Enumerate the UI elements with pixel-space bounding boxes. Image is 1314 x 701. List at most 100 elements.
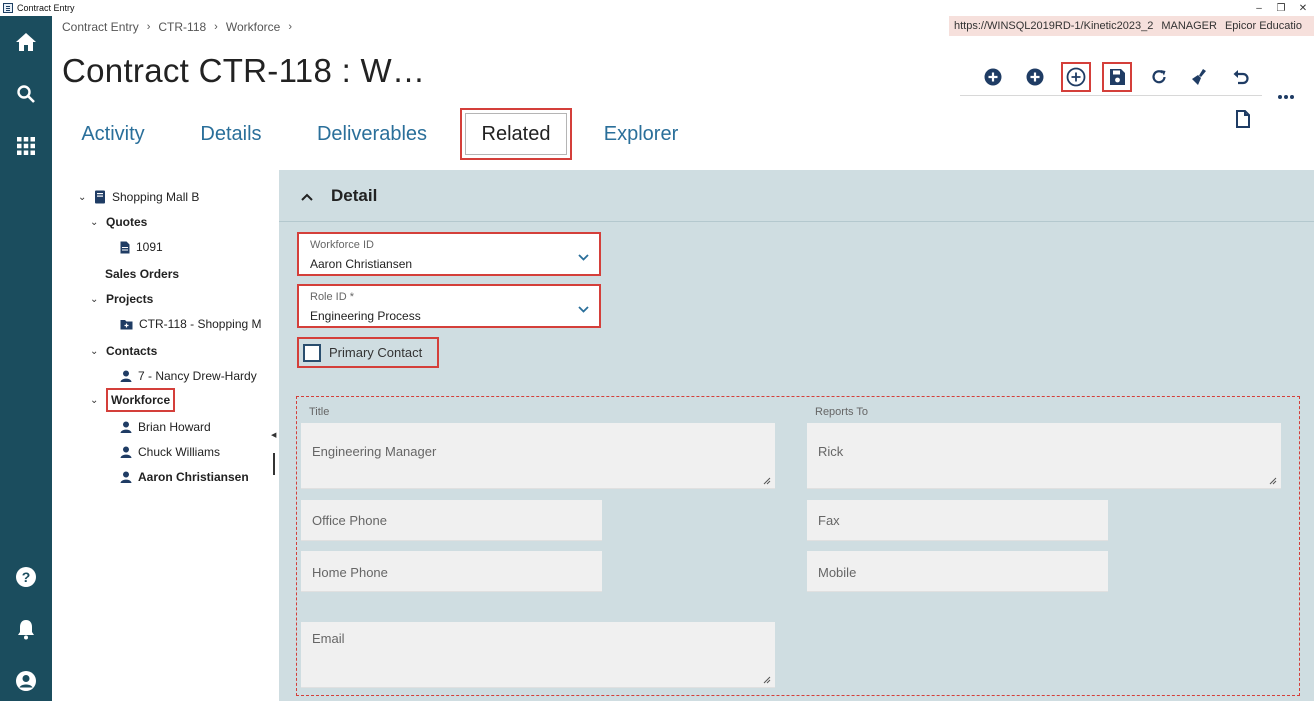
tree-projects-label: Projects	[106, 292, 154, 306]
home-icon[interactable]	[0, 22, 52, 62]
help-icon[interactable]: ?	[0, 557, 52, 597]
email-placeholder: Email	[312, 631, 345, 646]
tab-bar: Activity Details Deliverables Related Ex…	[62, 108, 762, 160]
tree-workforce-item-label: Aaron Christiansen	[138, 470, 249, 484]
search-icon[interactable]	[0, 74, 52, 114]
workforce-id-value: Aaron Christiansen	[310, 257, 413, 271]
tree-node-workforce-item[interactable]: Chuck Williams	[120, 443, 220, 461]
chevron-down-icon[interactable]: ⌄	[78, 192, 88, 203]
home-phone-field[interactable]: Home Phone	[301, 551, 602, 592]
clear-icon[interactable]	[1185, 62, 1215, 92]
office-phone-field[interactable]: Office Phone	[301, 500, 602, 541]
chevron-down-icon[interactable]: ⌄	[90, 346, 100, 357]
svg-text:?: ?	[22, 569, 31, 585]
tree-project-label: CTR-118 - Shopping M	[139, 317, 262, 331]
apps-grid-icon[interactable]	[0, 126, 52, 166]
tree-workforce-item-label: Chuck Williams	[138, 445, 221, 459]
workforce-id-combo[interactable]: Workforce ID Aaron Christiansen	[297, 232, 601, 276]
related-tree: ⌄ Shopping Mall B ⌄ Quotes 1091 Sales Or…	[62, 170, 278, 701]
title-value: Engineering Manager	[312, 444, 437, 459]
breadcrumb-contract-entry[interactable]: Contract Entry	[62, 20, 139, 34]
tree-contacts-label: Contacts	[106, 344, 158, 358]
office-phone-placeholder: Office Phone	[312, 513, 387, 528]
user-name: MANAGER	[1161, 20, 1217, 32]
collapse-arrow-icon[interactable]: ◀	[271, 431, 276, 439]
tree-node-root[interactable]: ⌄ Shopping Mall B	[78, 188, 199, 206]
save-icon[interactable]	[1102, 62, 1132, 92]
tree-node-workforce[interactable]: ⌄ Workforce	[90, 388, 176, 412]
document-icon[interactable]	[1230, 106, 1256, 132]
chevron-up-icon[interactable]	[301, 188, 321, 204]
resize-handle-icon[interactable]	[763, 676, 771, 684]
contact-info-group: Title Engineering Manager Reports To Ric…	[296, 396, 1300, 696]
detail-title: Detail	[331, 185, 378, 205]
company-name: Epicor Educatio	[1224, 20, 1302, 32]
checkbox-box[interactable]	[303, 343, 321, 362]
tree-node-contacts[interactable]: ⌄ Contacts	[90, 342, 157, 360]
add-child-icon[interactable]	[1020, 62, 1050, 92]
tree-quotes-label: Quotes	[106, 215, 148, 229]
session-info: https://WINSQL2019RD-1/Kinetic2023_2 MAN…	[949, 16, 1314, 36]
more-icon[interactable]	[1272, 90, 1300, 104]
refresh-icon[interactable]	[1144, 62, 1174, 92]
tree-node-projects[interactable]: ⌄ Projects	[90, 290, 153, 308]
fax-field[interactable]: Fax	[807, 500, 1108, 541]
breadcrumb-contract[interactable]: CTR-118	[158, 20, 206, 34]
restore-button[interactable]: ❐	[1270, 0, 1292, 16]
bell-icon[interactable]	[0, 609, 52, 649]
tab-related-label: Related	[465, 113, 567, 155]
person-icon	[120, 446, 132, 458]
tab-deliverables[interactable]: Deliverables	[312, 108, 432, 160]
add-new-icon[interactable]	[1061, 62, 1091, 92]
tree-node-workforce-item-selected[interactable]: Aaron Christiansen	[120, 468, 249, 486]
tree-node-sales-orders[interactable]: Sales Orders	[105, 265, 179, 283]
title-field[interactable]: Engineering Manager	[301, 423, 775, 489]
breadcrumb-workforce[interactable]: Workforce	[226, 20, 280, 34]
user-icon[interactable]	[0, 661, 52, 701]
email-field[interactable]: Email	[301, 622, 775, 688]
chevron-down-icon[interactable]	[578, 300, 589, 318]
chevron-down-icon[interactable]: ⌄	[90, 217, 100, 228]
tab-explorer[interactable]: Explorer	[598, 108, 684, 160]
tree-workforce-item-label: Brian Howard	[138, 420, 211, 434]
add-icon[interactable]	[978, 62, 1008, 92]
breadcrumb-separator: ›	[214, 21, 218, 33]
tab-details[interactable]: Details	[194, 108, 268, 160]
close-button[interactable]: ✕	[1292, 0, 1314, 16]
minimize-button[interactable]: –	[1248, 0, 1270, 16]
detail-panel: Detail Workforce ID Aaron Christiansen R…	[279, 170, 1314, 701]
title-label: Title	[309, 406, 330, 418]
mobile-placeholder: Mobile	[818, 565, 857, 580]
breadcrumb-separator: ›	[146, 21, 151, 33]
tree-sales-orders-label: Sales Orders	[105, 267, 180, 281]
tree-node-project-item[interactable]: CTR-118 - Shopping M	[120, 315, 262, 333]
mobile-field[interactable]: Mobile	[807, 551, 1108, 592]
page-title: Contract CTR-118 : W…	[62, 52, 426, 89]
person-icon	[120, 370, 132, 382]
resize-handle-icon[interactable]	[763, 477, 771, 485]
tree-contact-label: 7 - Nancy Drew-Hardy	[138, 369, 257, 383]
undo-icon[interactable]	[1226, 62, 1256, 92]
chevron-down-icon[interactable]	[578, 248, 589, 266]
reports-to-field[interactable]: Rick	[807, 423, 1281, 489]
window-title-bar: Contract Entry – ❐ ✕	[0, 0, 1314, 16]
toolbar	[960, 58, 1262, 96]
tab-related[interactable]: Related	[460, 108, 572, 160]
tree-node-contact-item[interactable]: 7 - Nancy Drew-Hardy	[120, 367, 257, 385]
tree-node-workforce-item[interactable]: Brian Howard	[120, 418, 211, 436]
primary-contact-checkbox[interactable]: Primary Contact	[297, 337, 439, 368]
workforce-id-label: Workforce ID	[310, 239, 374, 251]
resize-handle-icon[interactable]	[1269, 477, 1277, 485]
splitter-handle[interactable]	[273, 453, 275, 475]
tree-node-quotes[interactable]: ⌄ Quotes	[90, 213, 147, 231]
reports-to-value: Rick	[818, 444, 844, 459]
chevron-down-icon[interactable]: ⌄	[90, 395, 100, 406]
detail-header[interactable]: Detail	[279, 170, 1314, 222]
window-title: Contract Entry	[17, 3, 75, 13]
tree-node-quote-item[interactable]: 1091	[120, 238, 163, 256]
breadcrumb: Contract Entry › CTR-118 › Workforce ›	[62, 20, 292, 34]
tab-activity[interactable]: Activity	[70, 108, 156, 160]
reports-to-label: Reports To	[815, 406, 868, 418]
role-id-combo[interactable]: Role ID * Engineering Process	[297, 284, 601, 328]
chevron-down-icon[interactable]: ⌄	[90, 294, 100, 305]
